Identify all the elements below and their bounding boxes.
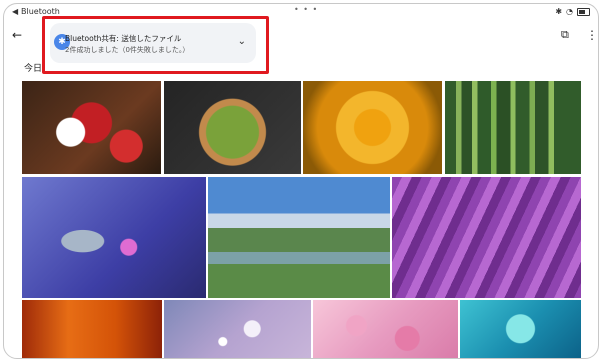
photo-lavender-field[interactable] (392, 177, 581, 298)
back-to-app-icon[interactable]: ◀ (12, 7, 18, 16)
photo-spinach[interactable] (164, 81, 301, 174)
battery-icon (577, 7, 590, 16)
multitask-dots[interactable]: • • • (294, 5, 318, 14)
photo-mountain-valley[interactable] (208, 177, 390, 298)
photo-cherry-blossoms[interactable] (313, 300, 458, 358)
tablet-screen: ◀ Bluetooth • • • ✱ ◔ ← ⧉ ⋮ 今日 ✱ Bluetoo… (3, 3, 599, 359)
date-header: 今日 (24, 64, 43, 74)
wifi-icon: ◔ (566, 7, 573, 16)
photo-yellow-rose[interactable] (303, 81, 442, 174)
back-arrow-icon[interactable]: ← (12, 28, 22, 42)
photo-underwater[interactable] (460, 300, 581, 358)
bluetooth-icon: ✱ (555, 7, 563, 16)
bluetooth-share-notification[interactable]: ✱ Bluetooth共有: 送信したファイル 2件成功しました（0件失敗しまし… (50, 23, 256, 63)
more-options-icon[interactable]: ⋮ (586, 28, 598, 42)
photo-strawberries[interactable] (22, 81, 161, 174)
photo-autumn-forest[interactable] (22, 300, 162, 358)
notification-title: Bluetooth共有: 送信したファイル (65, 34, 182, 43)
cast-icon[interactable]: ⧉ (561, 28, 569, 42)
photo-sparkles[interactable] (164, 300, 311, 358)
notification-body: 2件成功しました（0件失敗しました。） (65, 46, 190, 54)
back-to-app-label[interactable]: Bluetooth (21, 7, 60, 16)
photo-water-lily[interactable] (22, 177, 206, 298)
photo-grass[interactable] (445, 81, 581, 174)
chevron-down-icon[interactable]: ⌄ (238, 36, 246, 47)
status-icons: ✱ ◔ (555, 7, 590, 16)
